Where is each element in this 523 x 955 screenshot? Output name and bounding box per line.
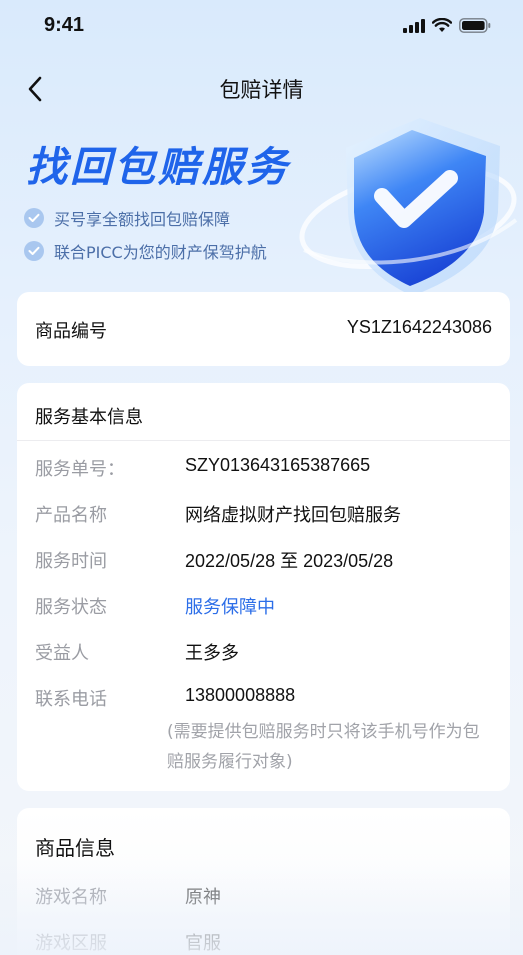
check-circle-icon	[24, 208, 44, 228]
phone-label: 联系电话	[35, 689, 107, 710]
service-row: 受益人 王多多	[35, 639, 492, 669]
service-status-value: 服务保障中	[185, 597, 275, 618]
hero-bullet: 买号享全额找回包赔保障	[24, 206, 230, 230]
service-no-value: SZY013643165387665	[185, 455, 371, 475]
goods-row: 游戏名称 原神	[35, 883, 492, 913]
check-circle-icon	[24, 241, 44, 261]
service-row: 服务单号： SZY013643165387665	[35, 455, 492, 485]
game-name-value: 原神	[185, 887, 221, 908]
hero-title: 找回包赔服务	[26, 143, 290, 191]
game-server-label: 游戏区服	[35, 933, 107, 954]
battery-icon	[459, 18, 491, 33]
service-time-value: 2022/05/28 至 2023/05/28	[185, 551, 394, 571]
beneficiary-value: 王多多	[185, 643, 239, 664]
wifi-icon	[432, 18, 452, 32]
service-row: 产品名称 网络虚拟财产找回包赔服务	[35, 501, 492, 531]
divider	[17, 440, 510, 441]
status-bar: 9:41	[0, 0, 523, 52]
goods-row: 游戏区服 官服	[35, 929, 492, 955]
phone-note: (需要提供包赔服务时只将该手机号作为包赔服务履行对象)	[167, 722, 480, 772]
service-info-title: 服务基本信息	[35, 407, 143, 428]
product-number-value: YS1Z1642243086	[346, 317, 492, 337]
phone-value: 13800008888	[185, 685, 296, 705]
product-number-card: 商品编号 YS1Z1642243086	[17, 292, 510, 366]
signal-icon	[403, 18, 425, 33]
hero-bullet-text: 买号享全额找回包赔保障	[54, 210, 231, 229]
service-info-card: 服务基本信息 服务单号： SZY013643165387665 产品名称 网络虚…	[17, 383, 510, 791]
product-name-value: 网络虚拟财产找回包赔服务	[185, 505, 401, 526]
game-name-label: 游戏名称	[35, 887, 107, 908]
hero-bullet: 联合PICC为您的财产保驾护航	[24, 239, 267, 263]
status-icons	[403, 18, 491, 33]
shield-check-icon	[299, 118, 518, 296]
service-no-label: 服务单号：	[35, 459, 125, 480]
hero-bullet-text: 联合PICC为您的财产保驾护航	[54, 243, 267, 262]
service-time-label: 服务时间	[35, 551, 107, 572]
service-row: 服务状态 服务保障中	[35, 593, 492, 623]
service-status-label: 服务状态	[35, 597, 107, 618]
product-name-label: 产品名称	[35, 505, 107, 526]
status-time: 9:41	[44, 14, 85, 36]
beneficiary-label: 受益人	[35, 643, 89, 664]
game-server-value: 官服	[185, 933, 221, 954]
goods-info-title: 商品信息	[35, 836, 115, 860]
service-row: 联系电话 13800008888	[35, 685, 492, 715]
product-number-label: 商品编号	[35, 321, 107, 342]
goods-info-card: 商品信息 游戏名称 原神 游戏区服 官服	[17, 808, 510, 955]
service-row: 服务时间 2022/05/28 至 2023/05/28	[35, 547, 492, 577]
